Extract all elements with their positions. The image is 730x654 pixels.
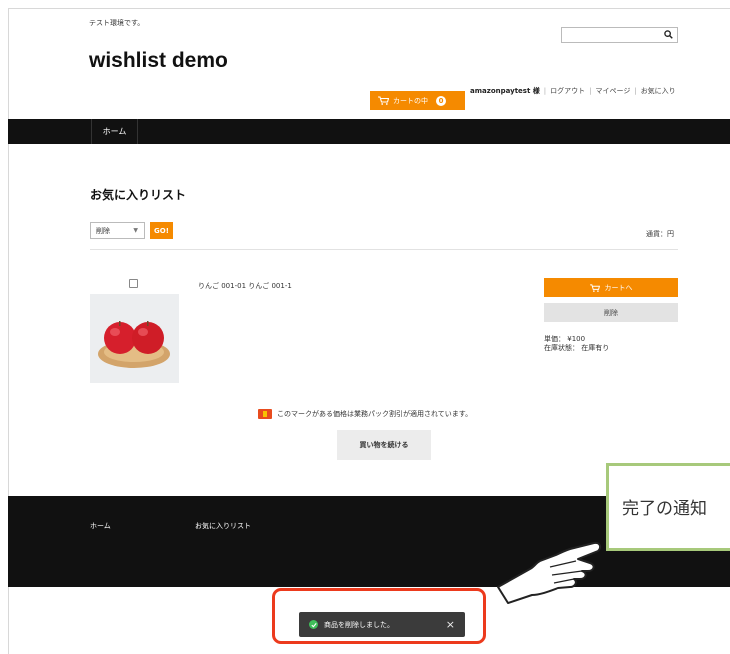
annotation-callout: 完了の通知 xyxy=(606,463,730,551)
favorites-link[interactable]: お気に入り xyxy=(641,87,676,95)
product-image[interactable] xyxy=(90,294,179,383)
action-select[interactable]: 削除 ▼ xyxy=(90,222,145,239)
site-title[interactable]: wishlist demo xyxy=(89,49,228,73)
cart-icon xyxy=(589,283,600,292)
price-info: 単価： ¥100 在庫状態： 在庫有り xyxy=(544,335,609,353)
discount-mark-icon xyxy=(258,409,272,419)
discount-notice: このマークがある価格は業務パック割引が適用されています。 xyxy=(258,409,472,419)
search-input[interactable] xyxy=(561,27,678,43)
add-to-cart-label: カートへ xyxy=(604,283,633,292)
check-circle-icon xyxy=(309,620,318,629)
apples-image xyxy=(90,294,179,383)
go-button[interactable]: GO! xyxy=(150,222,173,239)
add-to-cart-button[interactable]: カートへ xyxy=(544,278,678,297)
delete-button[interactable]: 削除 xyxy=(544,303,678,322)
mypage-link[interactable]: マイページ xyxy=(595,87,630,95)
footer-favorites-link[interactable]: お気に入りリスト xyxy=(195,521,251,531)
cart-count-badge: 0 xyxy=(436,95,446,106)
divider xyxy=(90,249,678,250)
cart-label: カートの中 xyxy=(393,96,428,105)
user-name: amazonpaytest 様 xyxy=(470,87,540,95)
notice-text: このマークがある価格は業務パック割引が適用されています。 xyxy=(277,410,473,418)
search-icon[interactable] xyxy=(664,30,673,39)
toast-message: 商品を削除しました。 xyxy=(324,620,394,629)
cart-icon xyxy=(378,96,389,105)
close-icon[interactable]: × xyxy=(446,618,455,631)
toast-notification: 商品を削除しました。 × xyxy=(299,612,465,637)
nav-home[interactable]: ホーム xyxy=(91,119,138,144)
pointing-hand-icon xyxy=(497,541,602,604)
logout-link[interactable]: ログアウト xyxy=(550,87,585,95)
action-select-value: 削除 xyxy=(96,226,110,235)
currency-label: 通貨：円 xyxy=(646,230,674,238)
tagline: テスト環境です。 xyxy=(89,19,145,27)
footer-home-link[interactable]: ホーム xyxy=(90,521,111,531)
item-checkbox[interactable] xyxy=(129,279,138,288)
price-value: ¥100 xyxy=(567,335,586,343)
stock-value: 在庫有り xyxy=(581,344,610,352)
cart-button[interactable]: カートの中 0 xyxy=(370,91,465,110)
stock-label: 在庫状態： xyxy=(544,344,579,352)
product-name[interactable]: りんご 001-01 りんご 001-1 xyxy=(198,281,292,291)
continue-shopping-button[interactable]: 買い物を続ける xyxy=(337,430,431,460)
price-label: 単価： xyxy=(544,335,565,343)
user-links: amazonpaytest 様 | ログアウト | マイページ | お気に入り xyxy=(470,87,676,95)
chevron-down-icon: ▼ xyxy=(133,227,138,234)
page-title: お気に入りリスト xyxy=(90,188,187,202)
